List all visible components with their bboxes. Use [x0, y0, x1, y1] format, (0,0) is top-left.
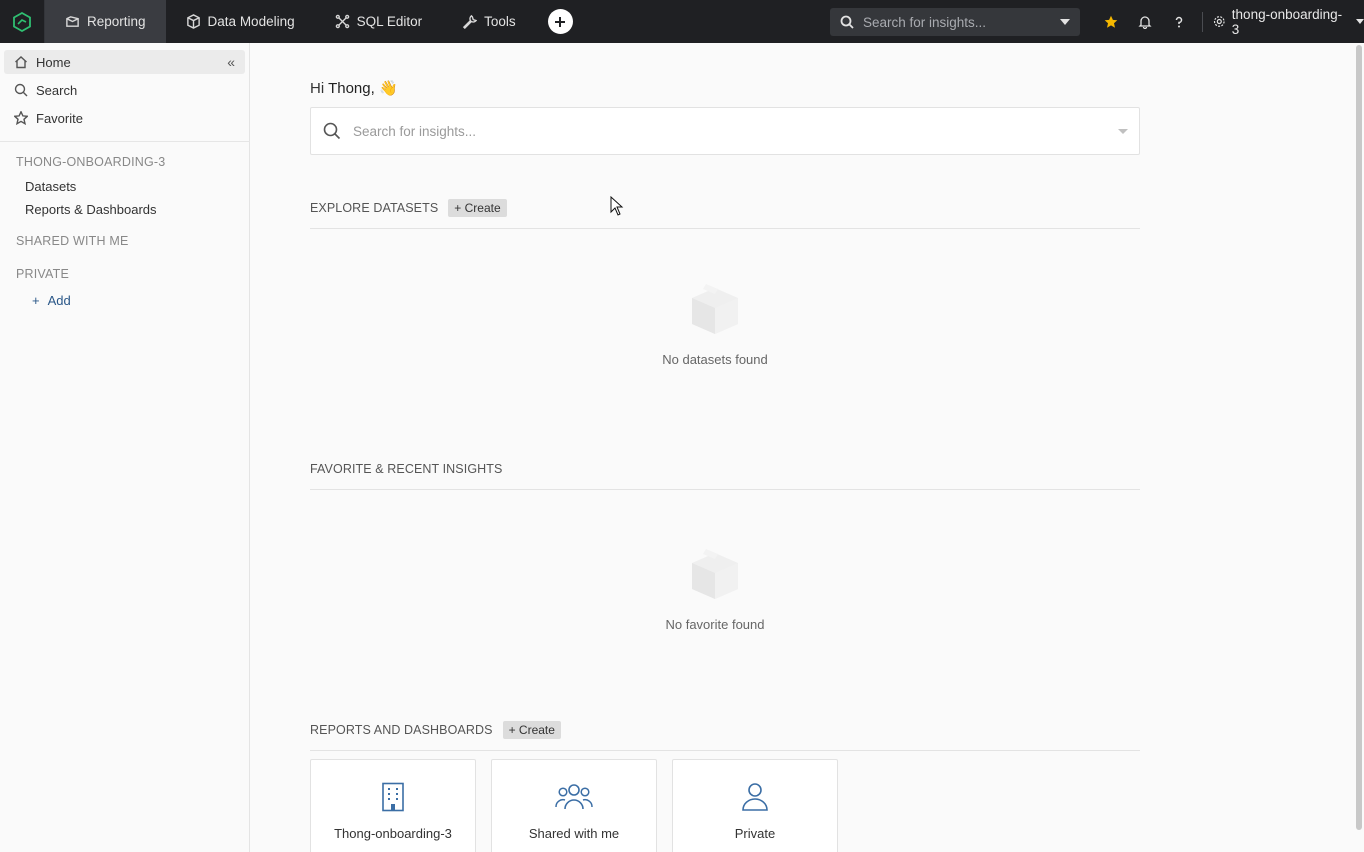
sidebar-item-reports-dashboards[interactable]: Reports & Dashboards — [25, 202, 157, 217]
add-private-button[interactable]: + Add — [32, 293, 71, 308]
card-label: Private — [734, 826, 776, 841]
building-icon — [382, 782, 404, 812]
nav-data-modeling-label: Data Modeling — [207, 14, 295, 29]
greeting-prefix: Hi — [310, 80, 325, 97]
caret-down-icon — [1355, 19, 1364, 24]
top-navbar: Reporting Data Modeling SQL Editor Tools… — [0, 0, 1364, 43]
empty-datasets: No datasets found — [615, 280, 815, 367]
folder-card-workspace[interactable]: Thong-onboarding-3 — [310, 759, 476, 852]
notifications-button[interactable] — [1128, 0, 1162, 43]
sidebar-divider — [0, 141, 250, 142]
bell-icon — [1138, 15, 1152, 29]
sidebar-item-label: Search — [36, 82, 78, 98]
app-logo[interactable] — [0, 0, 45, 43]
workspace-heading[interactable]: THONG-ONBOARDING-3 — [16, 155, 165, 169]
workspace-menu[interactable]: thong-onboarding-3 — [1209, 7, 1364, 37]
holistics-logo-icon — [13, 11, 31, 32]
chevron-down-icon[interactable] — [1060, 19, 1070, 25]
create-new-button[interactable] — [547, 9, 573, 34]
main-search-placeholder: Search for insights... — [353, 123, 477, 139]
sidebar-item-label: Favorite — [36, 110, 83, 126]
private-heading[interactable]: PRIVATE — [16, 267, 69, 281]
home-icon — [15, 56, 27, 69]
wave-emoji-icon: 👋 — [378, 80, 398, 97]
help-icon — [1175, 16, 1183, 27]
create-report-button[interactable]: + Create — [502, 720, 561, 739]
nav-tools[interactable]: Tools — [442, 0, 536, 43]
folder-card-private[interactable]: Private — [672, 759, 838, 852]
empty-box-icon — [692, 284, 738, 334]
sidebar-item-search[interactable]: Search — [4, 78, 245, 102]
search-icon — [14, 83, 28, 97]
section-title: EXPLORE DATASETS — [310, 200, 439, 215]
sidebar-item-datasets[interactable]: Datasets — [25, 179, 76, 194]
plus-icon — [555, 16, 566, 27]
favorite-recent-header: FAVORITE & RECENT INSIGHTS — [310, 456, 1140, 490]
favorites-button[interactable] — [1094, 0, 1128, 43]
section-title: REPORTS AND DASHBOARDS — [310, 722, 493, 737]
user-icon — [742, 783, 768, 811]
nav-sql-editor-label: SQL Editor — [356, 14, 423, 29]
explore-datasets-header: EXPLORE DATASETS + Create — [310, 195, 1140, 229]
nav-tools-label: Tools — [484, 14, 516, 29]
shared-heading[interactable]: SHARED WITH ME — [16, 234, 129, 248]
nav-sql-editor[interactable]: SQL Editor — [315, 0, 443, 43]
sidebar-item-label: Home — [36, 54, 71, 70]
collapse-sidebar-icon[interactable]: « — [227, 54, 235, 70]
divider — [1202, 11, 1204, 32]
sidebar-item-home[interactable]: Home « — [4, 50, 245, 74]
nav-data-modeling[interactable]: Data Modeling — [166, 0, 315, 43]
gear-icon — [1214, 16, 1225, 27]
empty-favorites: No favorite found — [615, 545, 815, 632]
search-icon — [323, 122, 341, 140]
sql-icon — [335, 14, 349, 29]
chevron-down-icon[interactable] — [1118, 129, 1128, 134]
reports-dashboards-header: REPORTS AND DASHBOARDS + Create — [310, 717, 1140, 751]
mouse-cursor-icon — [610, 196, 624, 216]
greeting-name: Thong, — [328, 80, 375, 97]
top-search-placeholder: Search for insights... — [863, 14, 987, 30]
plus-icon: + — [32, 293, 40, 308]
cube-icon — [186, 14, 200, 29]
card-label: Shared with me — [528, 826, 620, 841]
card-label: Thong-onboarding-3 — [334, 826, 452, 841]
reporting-icon — [66, 16, 79, 27]
search-icon — [840, 15, 854, 29]
empty-datasets-text: No datasets found — [662, 352, 768, 367]
main-search-input[interactable]: Search for insights... — [310, 107, 1140, 155]
empty-box-icon — [692, 549, 738, 599]
page-scrollbar[interactable] — [1356, 45, 1362, 830]
section-title: FAVORITE & RECENT INSIGHTS — [310, 461, 503, 476]
wrench-icon — [463, 14, 478, 29]
top-search-input[interactable]: Search for insights... — [830, 8, 1080, 36]
star-outline-icon — [14, 111, 28, 125]
create-dataset-button[interactable]: + Create — [448, 198, 507, 217]
sidebar-item-favorite[interactable]: Favorite — [4, 106, 245, 130]
workspace-name: thong-onboarding-3 — [1231, 6, 1343, 37]
nav-reporting-label: Reporting — [87, 14, 146, 29]
nav-reporting[interactable]: Reporting — [45, 0, 166, 43]
folder-card-shared[interactable]: Shared with me — [491, 759, 657, 852]
greeting: Hi Thong, 👋 — [310, 79, 398, 97]
top-right-actions: thong-onboarding-3 — [1094, 0, 1364, 43]
help-button[interactable] — [1162, 0, 1196, 43]
empty-favorites-text: No favorite found — [665, 617, 765, 632]
sidebar: Home « Search Favorite THONG-ONBOARDING-… — [0, 43, 250, 852]
users-icon — [555, 784, 593, 810]
star-icon — [1104, 15, 1118, 28]
add-label: Add — [47, 293, 71, 308]
